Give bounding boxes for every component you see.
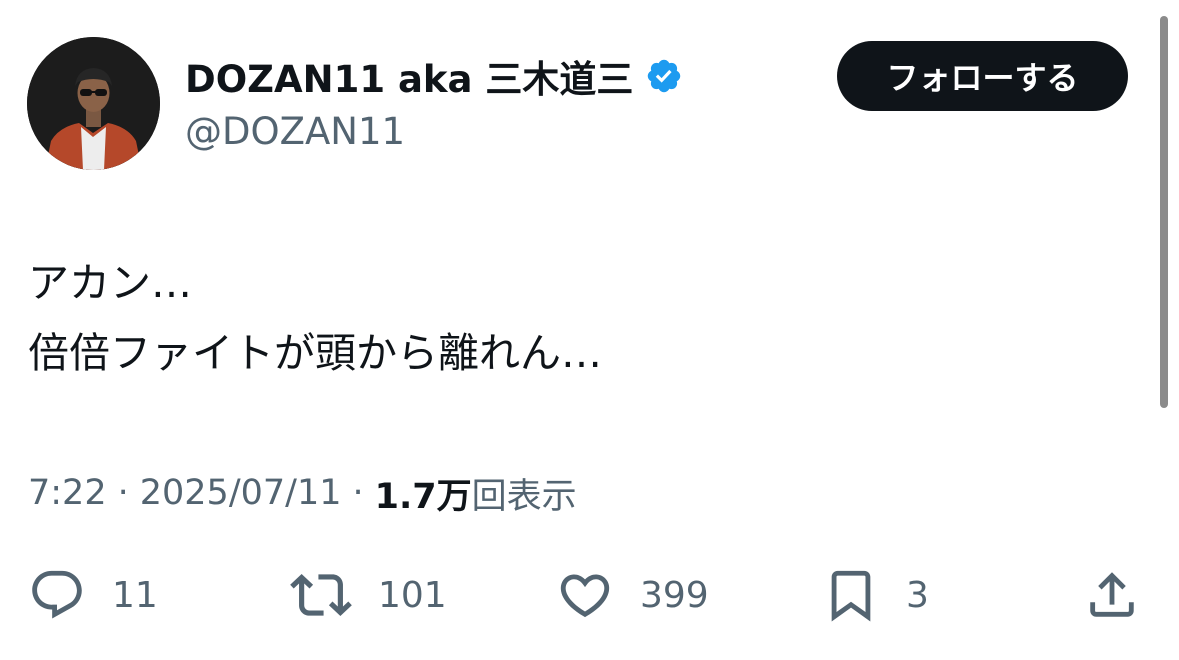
reply-count: 11 (112, 574, 158, 616)
repost-button[interactable]: 101 (290, 560, 447, 630)
avatar[interactable] (27, 37, 160, 170)
like-button[interactable]: 399 (556, 560, 709, 630)
repost-icon (290, 574, 352, 616)
display-name[interactable]: DOZAN11 aka 三木道三 (185, 49, 633, 103)
tweet-time[interactable]: 7:22 (28, 473, 107, 513)
author-name-row[interactable]: DOZAN11 aka 三木道三 (185, 49, 683, 103)
tweet-text-line: 倍倍ファイトが頭から離れん… (28, 329, 602, 377)
verified-badge-icon (648, 59, 681, 93)
avatar-image (27, 37, 160, 170)
tweet-meta: 7:22 · 2025/07/11 · 1.7万 回表示 (28, 468, 577, 518)
follow-button[interactable]: フォローする (837, 41, 1128, 111)
tweet-text: アカン… 倍倍ファイトが頭から離れん… (28, 248, 1128, 388)
bookmark-icon (831, 570, 871, 622)
scrollbar[interactable] (1160, 16, 1168, 408)
reply-button[interactable]: 11 (28, 560, 158, 630)
bookmark-button[interactable]: 3 (822, 560, 929, 630)
heart-icon (560, 574, 610, 618)
bookmark-count: 3 (906, 574, 929, 616)
views-label: 回表示 (471, 476, 577, 517)
meta-separator: · (352, 473, 364, 513)
author-handle[interactable]: @DOZAN11 (185, 108, 405, 156)
views-count: 1.7万 (374, 476, 472, 517)
action-bar: 11 101 399 3 (0, 560, 1179, 630)
tweet-date[interactable]: 2025/07/11 (140, 473, 342, 513)
like-count: 399 (640, 574, 709, 616)
tweet-text-line: アカン… (28, 259, 192, 307)
repost-count: 101 (378, 574, 447, 616)
share-button[interactable] (1083, 560, 1141, 630)
reply-icon (32, 570, 82, 619)
share-icon (1090, 572, 1134, 617)
meta-separator: · (117, 473, 129, 513)
